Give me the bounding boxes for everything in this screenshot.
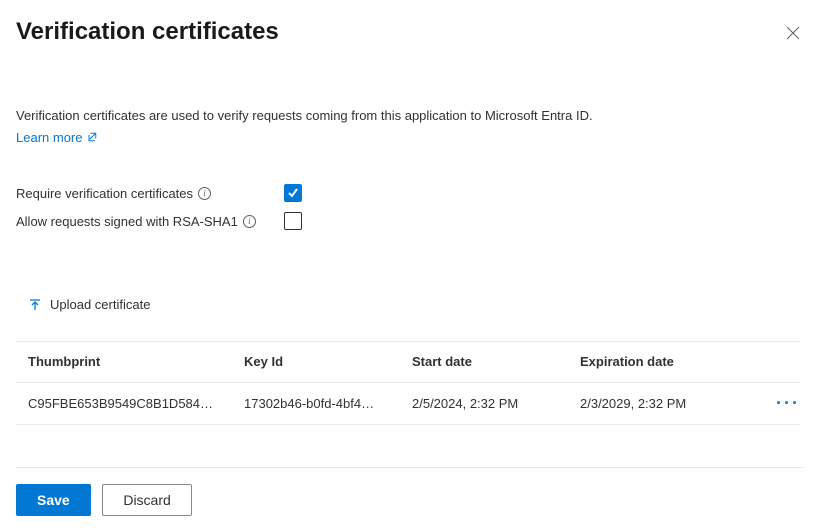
row-actions-button[interactable]: ··· (760, 393, 800, 414)
learn-more-label: Learn more (16, 128, 82, 148)
upload-certificate-button[interactable]: Upload certificate (28, 297, 150, 312)
allow-rsa-checkbox[interactable] (284, 212, 302, 230)
col-key-id[interactable]: Key Id (244, 354, 412, 369)
cell-expiration-date: 2/3/2029, 2:32 PM (580, 396, 760, 411)
require-cert-label: Require verification certificates (16, 186, 193, 201)
cell-start-date: 2/5/2024, 2:32 PM (412, 396, 580, 411)
upload-icon (28, 298, 42, 312)
col-expiration-date[interactable]: Expiration date (580, 354, 760, 369)
close-button[interactable] (782, 22, 804, 48)
allow-rsa-label: Allow requests signed with RSA-SHA1 (16, 214, 238, 229)
cell-key-id: 17302b46-b0fd-4bf4… (244, 396, 412, 411)
external-link-icon (86, 131, 98, 143)
learn-more-link[interactable]: Learn more (16, 128, 98, 148)
close-icon (786, 26, 800, 40)
require-cert-checkbox[interactable] (284, 184, 302, 202)
col-thumbprint[interactable]: Thumbprint (28, 354, 244, 369)
cell-thumbprint: C95FBE653B9549C8B1D584… (28, 396, 244, 411)
info-icon[interactable]: i (198, 187, 211, 200)
discard-button[interactable]: Discard (102, 484, 191, 516)
save-button[interactable]: Save (16, 484, 91, 516)
footer-separator (16, 467, 804, 468)
upload-certificate-label: Upload certificate (50, 297, 150, 312)
certificates-table: Thumbprint Key Id Start date Expiration … (16, 341, 800, 425)
table-header: Thumbprint Key Id Start date Expiration … (16, 341, 800, 383)
info-icon[interactable]: i (243, 215, 256, 228)
col-start-date[interactable]: Start date (412, 354, 580, 369)
description-text: Verification certificates are used to ve… (16, 106, 800, 126)
page-title: Verification certificates (16, 18, 279, 46)
table-row[interactable]: C95FBE653B9549C8B1D584… 17302b46-b0fd-4b… (16, 383, 800, 425)
checkmark-icon (287, 187, 299, 199)
